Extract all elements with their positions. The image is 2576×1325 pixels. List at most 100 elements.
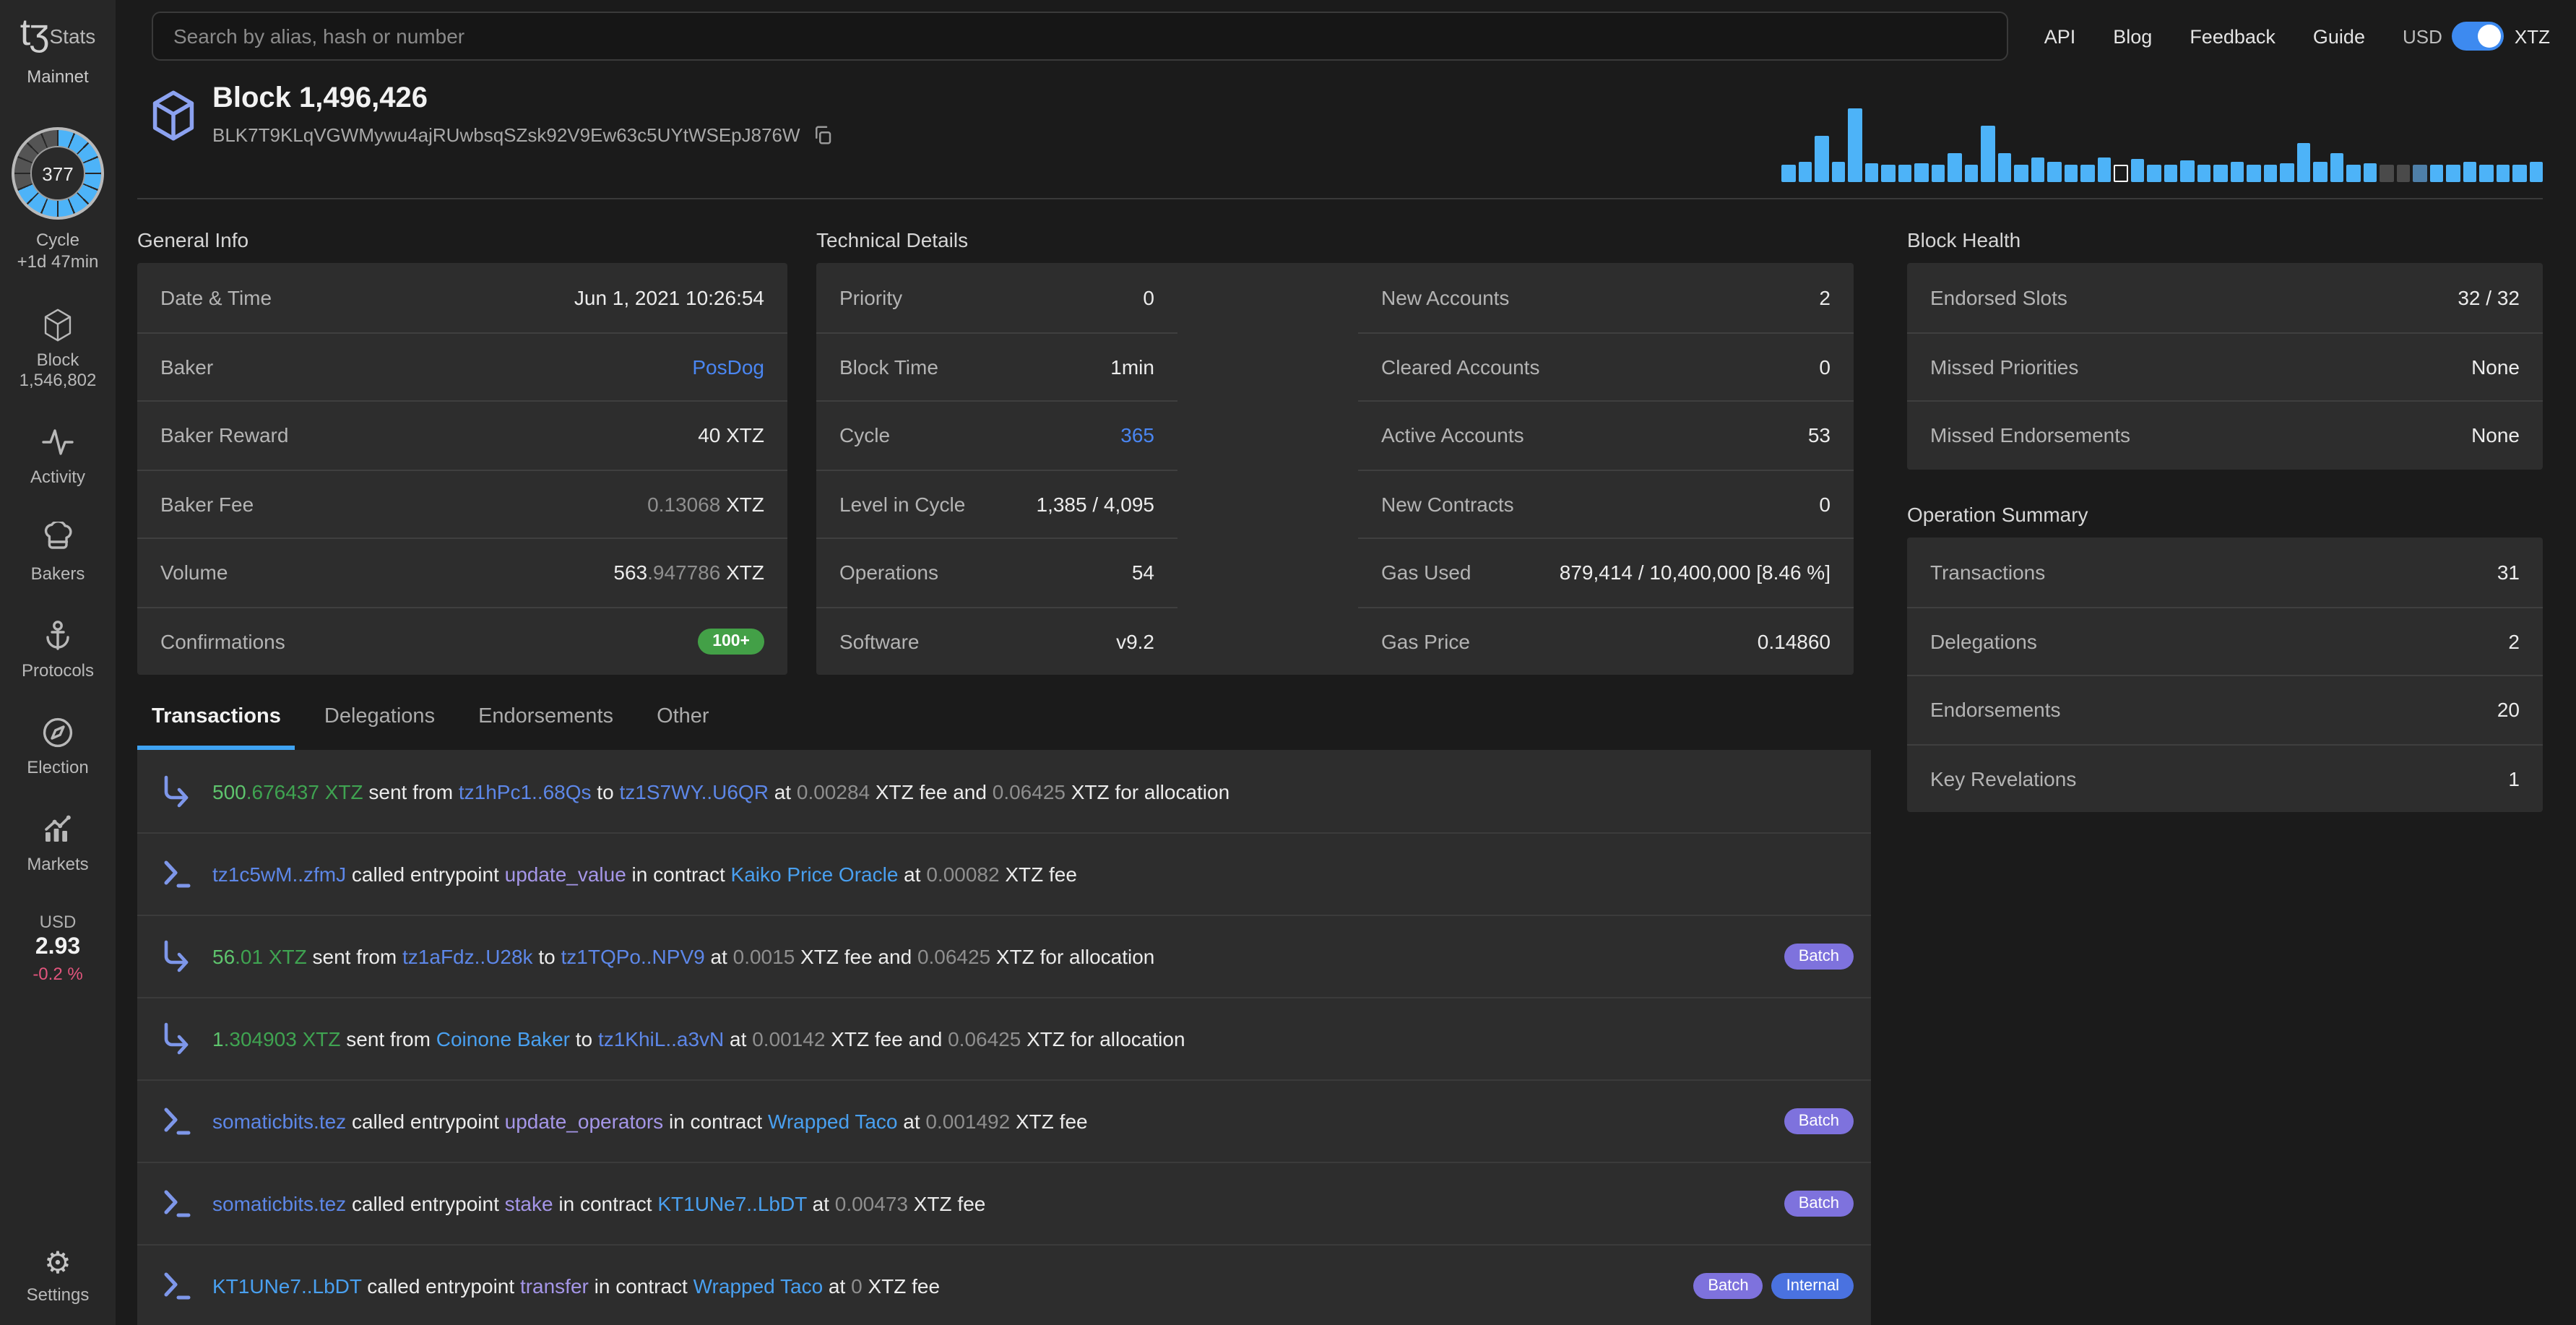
histogram-bar[interactable]	[2296, 143, 2310, 182]
nav-link-feedback[interactable]: Feedback	[2190, 25, 2275, 47]
histogram-bar[interactable]	[2346, 165, 2360, 182]
histogram-bar[interactable]	[2413, 165, 2426, 182]
histogram-bar[interactable]	[2147, 165, 2161, 182]
histogram-bar[interactable]	[2496, 165, 2510, 182]
operation-text: 0.001492	[925, 1110, 1011, 1133]
histogram-bar[interactable]	[1981, 126, 1994, 182]
currency-toggle[interactable]	[2452, 22, 2504, 51]
histogram-bar[interactable]	[2064, 165, 2078, 182]
histogram-bar-selected[interactable]	[2114, 165, 2127, 182]
histogram-bar[interactable]	[2130, 159, 2144, 182]
histogram-bar[interactable]	[2031, 157, 2044, 182]
histogram-bar[interactable]	[2380, 165, 2393, 182]
tab-endorsements[interactable]: Endorsements	[464, 694, 628, 750]
sidebar-item-block[interactable]: Block 1,546,802	[0, 308, 116, 390]
address-link[interactable]: Wrapped Taco	[693, 1274, 824, 1298]
block-cube-icon	[150, 90, 196, 149]
histogram-bar[interactable]	[2164, 165, 2177, 182]
histogram-bar[interactable]	[2180, 160, 2194, 182]
cycle-widget[interactable]: 377 Cycle +1d 47min	[12, 127, 104, 273]
tzstats-logo[interactable]: tʒ Stats	[20, 13, 96, 51]
histogram-bar[interactable]	[1881, 165, 1895, 182]
histogram-bar[interactable]	[2479, 165, 2493, 182]
address-link[interactable]: Kaiko Price Oracle	[731, 863, 899, 886]
tab-transactions[interactable]: Transactions	[137, 694, 295, 750]
nav-link-guide[interactable]: Guide	[2313, 25, 2365, 47]
operation-text: called entrypoint	[346, 1110, 505, 1133]
sidebar-item-settings[interactable]: ⚙ Settings	[0, 1248, 116, 1305]
address-link[interactable]: tz1aFdz..U28k	[402, 945, 533, 968]
sidebar-item-election[interactable]: Election	[0, 715, 116, 777]
histogram-bar[interactable]	[2080, 165, 2094, 182]
histogram-bar[interactable]	[2463, 162, 2476, 182]
xtz-label[interactable]: XTZ	[2515, 25, 2550, 47]
address-link[interactable]: Wrapped Taco	[768, 1110, 898, 1133]
histogram-bar[interactable]	[1914, 163, 1928, 182]
address-link[interactable]: tz1c5wM..zfmJ	[212, 863, 346, 886]
histogram-bar[interactable]	[1948, 153, 1961, 182]
histogram-bar[interactable]	[2047, 162, 2061, 182]
histogram-bar[interactable]	[2230, 162, 2244, 182]
histogram-bar[interactable]	[1964, 165, 1978, 182]
sidebar-item-bakers[interactable]: Bakers	[0, 522, 116, 584]
entrypoint-name: transfer	[519, 1274, 589, 1298]
address-link[interactable]: somaticbits.tez	[212, 1110, 346, 1133]
info-row: Gas Price 0.14860	[1358, 606, 1854, 675]
histogram-bar[interactable]	[1931, 165, 1945, 182]
info-row: Level in Cycle 1,385 / 4,095	[816, 469, 1177, 538]
page-title: Block 1,496,426	[212, 82, 428, 114]
address-link[interactable]: tz1TQPo..NPV9	[561, 945, 705, 968]
nav-link-api[interactable]: API	[2044, 25, 2076, 47]
histogram-bar[interactable]	[2313, 162, 2327, 182]
histogram-bar[interactable]	[2330, 153, 2343, 182]
histogram-bar[interactable]	[2247, 165, 2260, 182]
address-link[interactable]: somaticbits.tez	[212, 1192, 346, 1215]
histogram-bar[interactable]	[1864, 163, 1878, 182]
value-link[interactable]: PosDog	[692, 355, 764, 379]
address-link[interactable]: Coinone Baker	[436, 1027, 570, 1050]
histogram-bar[interactable]	[1815, 136, 1828, 182]
info-row: Software v9.2	[816, 606, 1177, 675]
histogram-bar[interactable]	[2363, 163, 2377, 182]
histogram-bar[interactable]	[2263, 165, 2277, 182]
price-widget[interactable]: USD 2.93 -0.2 %	[33, 912, 82, 984]
address-link[interactable]: tz1hPc1..68Qs	[459, 780, 592, 803]
histogram-bar[interactable]	[2014, 165, 2028, 182]
address-link[interactable]: KT1UNe7..LbDT	[657, 1192, 806, 1215]
tab-delegations[interactable]: Delegations	[310, 694, 449, 750]
value-text: 0	[1143, 285, 1154, 309]
nav-link-blog[interactable]: Blog	[2113, 25, 2152, 47]
tab-other[interactable]: Other	[642, 694, 724, 750]
info-row-value: 31	[2497, 561, 2520, 584]
sidebar-item-activity[interactable]: Activity	[0, 425, 116, 487]
histogram-bar[interactable]	[1831, 162, 1845, 182]
copy-icon[interactable]	[812, 124, 834, 146]
address-link[interactable]: tz1KhiL..a3vN	[598, 1027, 724, 1050]
search-input[interactable]	[152, 12, 2008, 61]
operation-row: KT1UNe7..LbDT called entrypoint transfer…	[137, 1244, 1871, 1325]
histogram-bar[interactable]	[2446, 165, 2460, 182]
histogram-bar[interactable]	[2529, 162, 2543, 182]
histogram-bar[interactable]	[2512, 165, 2526, 182]
histogram-bar[interactable]	[1997, 153, 2011, 182]
histogram-bar[interactable]	[1781, 165, 1795, 182]
histogram-bar[interactable]	[2396, 165, 2410, 182]
gear-icon: ⚙	[44, 1247, 72, 1280]
histogram-bar[interactable]	[2280, 163, 2294, 182]
usd-label[interactable]: USD	[2403, 25, 2442, 47]
info-row: Operations 54	[816, 538, 1177, 606]
address-link[interactable]: tz1S7WY..U6QR	[619, 780, 768, 803]
sidebar-item-protocols[interactable]: Protocols	[0, 618, 116, 681]
value-link[interactable]: 365	[1120, 424, 1154, 447]
address-link[interactable]: KT1UNe7..LbDT	[212, 1274, 361, 1298]
histogram-bar[interactable]	[1848, 108, 1862, 182]
histogram-bar[interactable]	[2097, 157, 2111, 182]
info-row: Transactions 31	[1907, 538, 2543, 606]
histogram-bar[interactable]	[2429, 165, 2443, 182]
block-histogram	[1781, 107, 2547, 182]
histogram-bar[interactable]	[2197, 165, 2210, 182]
sidebar-item-markets[interactable]: Markets	[0, 812, 116, 874]
histogram-bar[interactable]	[2213, 165, 2227, 182]
histogram-bar[interactable]	[1898, 165, 1911, 182]
histogram-bar[interactable]	[1798, 162, 1812, 182]
